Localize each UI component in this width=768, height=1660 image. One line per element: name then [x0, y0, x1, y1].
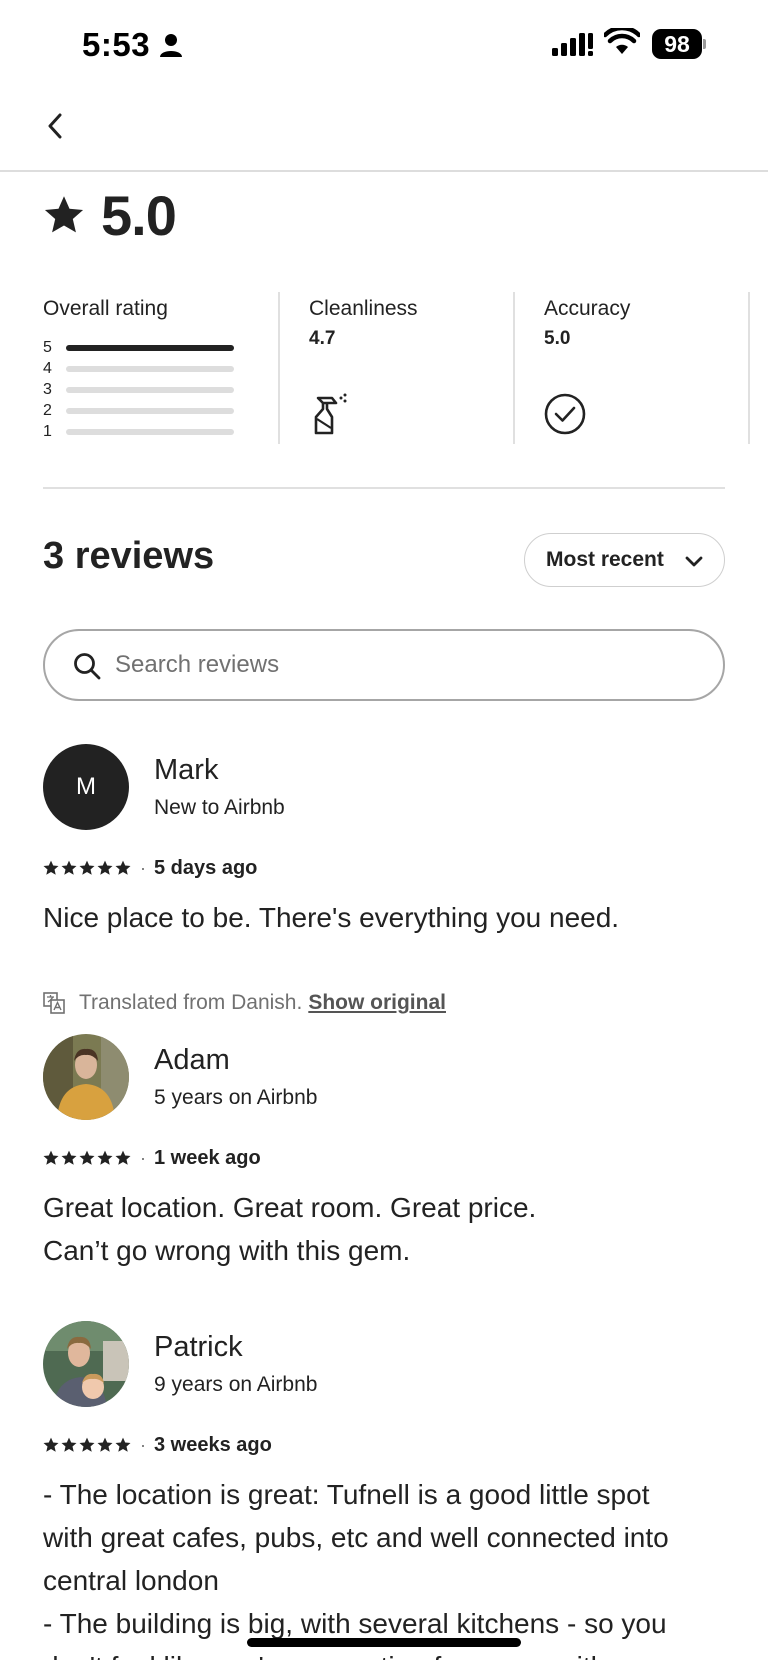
- rating-bar-label: 4: [43, 360, 52, 377]
- five-stars-icon: [43, 860, 131, 875]
- review-text-line: don't feel like you're competing for spa…: [43, 1645, 733, 1660]
- star-icon: [44, 196, 84, 233]
- review-date: 3 weeks ago: [154, 1433, 272, 1456]
- search-icon: [74, 653, 101, 680]
- reviewer-name: Patrick: [154, 1331, 243, 1363]
- avatar-letter: M: [43, 744, 129, 830]
- rating-bar-row: 3: [43, 380, 243, 400]
- reviews-count: 3 reviews: [43, 535, 215, 577]
- avatar[interactable]: M: [43, 744, 129, 830]
- avatar-photo: [43, 1034, 129, 1120]
- check-circle-icon: [544, 393, 586, 435]
- avatar[interactable]: [43, 1034, 129, 1120]
- reviews-screen: 5:53 98 5.0 Overall rating 5 4 3 2 1 Cle…: [0, 0, 768, 1660]
- cleanliness-value: 4.7: [309, 328, 336, 349]
- review-text: Nice place to be. There's everything you…: [43, 902, 620, 933]
- rating-bar-row: 1: [43, 422, 243, 442]
- reviewer-tenure: New to Airbnb: [154, 796, 285, 819]
- home-indicator[interactable]: [247, 1638, 521, 1647]
- five-stars-icon: [43, 1437, 131, 1452]
- five-stars-icon: [43, 1150, 131, 1165]
- review-item: Adam 5 years on Airbnb · 1 week ago Grea…: [43, 1034, 743, 1284]
- review-text-line: Can’t go wrong with this gem.: [43, 1235, 411, 1266]
- battery-level: 98: [652, 29, 702, 59]
- battery-indicator: 98: [652, 29, 706, 59]
- person-icon: [160, 34, 182, 57]
- rating-bar-track: [66, 408, 234, 414]
- search-input[interactable]: [115, 645, 695, 685]
- rating-bar-fill: [66, 345, 234, 351]
- reviewer-name: Mark: [154, 754, 219, 786]
- show-original-link[interactable]: Show original: [308, 991, 446, 1015]
- review-text-line: with great cafes, pubs, etc and well con…: [43, 1522, 669, 1553]
- review-text-line: central london: [43, 1565, 219, 1596]
- rating-categories: Overall rating 5 4 3 2 1 Cleanliness 4.7: [0, 292, 768, 444]
- review-meta: · 3 weeks ago: [43, 1433, 272, 1457]
- rating-bar-row: 4: [43, 359, 243, 379]
- status-bar: 5:53 98: [0, 0, 768, 90]
- back-button[interactable]: [40, 106, 72, 146]
- review-item: M Mark New to Airbnb · 5 days ago Nice p…: [43, 744, 743, 1024]
- cleanliness-label: Cleanliness: [309, 297, 418, 320]
- reviewer-tenure: 5 years on Airbnb: [154, 1086, 318, 1109]
- review-meta: · 5 days ago: [43, 856, 257, 880]
- category-divider: [748, 292, 750, 444]
- avatar-photo: [43, 1321, 129, 1407]
- sort-label: Most recent: [546, 548, 664, 571]
- overall-rating-label: Overall rating: [43, 297, 168, 320]
- score-value: 5.0: [101, 183, 177, 247]
- signal-icon: [552, 33, 593, 56]
- accuracy-label: Accuracy: [544, 297, 631, 320]
- rating-bar-label: 2: [43, 402, 52, 419]
- accuracy-value: 5.0: [544, 328, 571, 349]
- category-divider: [513, 292, 515, 444]
- review-date: 5 days ago: [154, 856, 258, 879]
- translation-text: Translated from Danish.: [79, 991, 303, 1014]
- review-meta: · 1 week ago: [43, 1146, 261, 1170]
- rating-bar-track: [66, 387, 234, 393]
- header-divider: [0, 170, 768, 172]
- section-divider: [43, 487, 725, 489]
- rating-bar-track: [66, 429, 234, 435]
- translate-icon: [43, 992, 65, 1014]
- review-text: - The location is great: Tufnell is a go…: [43, 1473, 733, 1660]
- review-date: 1 week ago: [154, 1146, 261, 1169]
- rating-bar-label: 5: [43, 339, 52, 356]
- avatar[interactable]: [43, 1321, 129, 1407]
- sort-dropdown[interactable]: Most recent: [524, 533, 725, 587]
- review-text: Great location. Great room. Great price.…: [43, 1186, 733, 1272]
- translation-note: Translated from Danish. Show original: [43, 990, 446, 1016]
- meta-separator: ·: [140, 1434, 146, 1455]
- review-item: Patrick 9 years on Airbnb · 3 weeks ago …: [43, 1321, 743, 1660]
- rating-bar-track: [66, 345, 234, 351]
- review-text-line: Great location. Great room. Great price.: [43, 1192, 537, 1223]
- wifi-icon: [604, 28, 640, 54]
- rating-bar-label: 1: [43, 423, 52, 440]
- reviewer-name: Adam: [154, 1044, 230, 1076]
- status-time: 5:53: [82, 26, 151, 63]
- meta-separator: ·: [140, 1147, 146, 1168]
- overall-score: 5.0: [42, 183, 177, 247]
- review-text-line: - The location is great: Tufnell is a go…: [43, 1479, 650, 1510]
- rating-bar-track: [66, 366, 234, 372]
- meta-separator: ·: [140, 857, 146, 878]
- search-box[interactable]: [43, 629, 725, 701]
- rating-bar-row: 5: [43, 338, 243, 358]
- rating-bar-label: 3: [43, 381, 52, 398]
- chevron-down-icon: [685, 556, 703, 567]
- category-divider: [278, 292, 280, 444]
- spray-bottle-icon: [314, 393, 347, 435]
- battery-tip: [703, 39, 706, 49]
- reviewer-tenure: 9 years on Airbnb: [154, 1373, 318, 1396]
- rating-bar-row: 2: [43, 401, 243, 421]
